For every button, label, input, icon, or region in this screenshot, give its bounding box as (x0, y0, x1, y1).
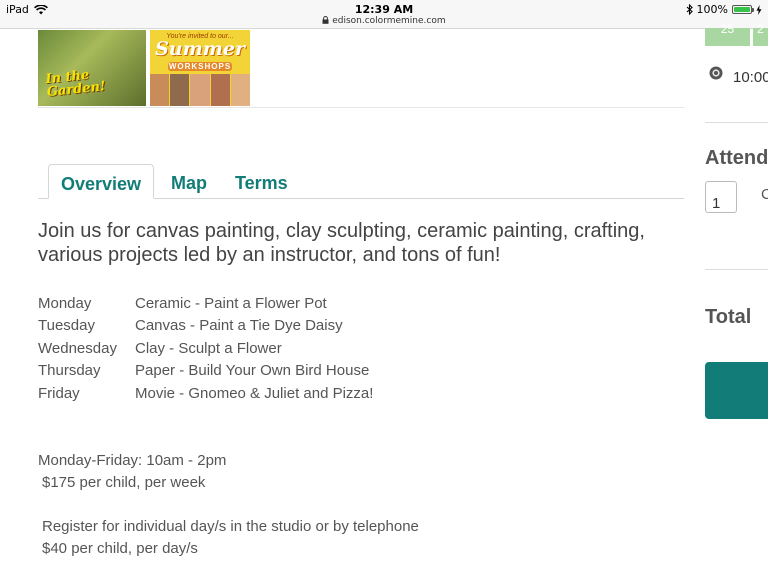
battery-icon (732, 5, 754, 14)
schedule-activity: Clay - Sculpt a Flower (135, 339, 282, 357)
status-time: 12:39 AM (354, 3, 414, 16)
daily-price: $40 per child, per day/s (42, 540, 198, 557)
schedule-day: Monday (38, 295, 92, 312)
status-right: 100% (686, 3, 762, 16)
bluetooth-icon (686, 4, 693, 15)
schedule-day: Wednesday (38, 339, 117, 357)
session-time: 10:00 (733, 69, 768, 86)
quantity-input[interactable]: 1 (705, 181, 737, 213)
radio-selected-icon[interactable] (709, 66, 723, 80)
quantity-label: C (761, 186, 768, 203)
attendees-label: Attend (705, 147, 768, 169)
tab-terms[interactable]: Terms (235, 164, 288, 198)
schedule-row: Thursday Paper - Build Your Own Bird Hou… (38, 360, 373, 382)
schedule-activity: Canvas - Paint a Tie Dye Daisy (135, 317, 343, 335)
calendar-day[interactable]: 25 (705, 22, 750, 46)
overview-intro: Join us for canvas painting, clay sculpt… (38, 220, 645, 266)
schedule-day: Friday (38, 384, 80, 402)
url-text: edison.colormemine.com (332, 16, 446, 26)
calendar-day-number: 2 (757, 22, 764, 36)
schedule-row: Friday Movie - Gnomeo & Juliet and Pizza… (38, 383, 373, 405)
divider (705, 269, 768, 270)
schedule-activity: Ceramic - Paint a Flower Pot (135, 295, 327, 312)
garden-thumbnail-text: In the Garden! (44, 67, 107, 101)
divider (705, 122, 768, 123)
schedule-row: Tuesday Canvas - Paint a Tie Dye Daisy (38, 315, 373, 337)
tab-map[interactable]: Map (171, 164, 207, 198)
lock-icon (322, 16, 329, 24)
schedule-list: Monday Ceramic - Paint a Flower Pot Tues… (38, 293, 373, 405)
divider (38, 107, 684, 108)
tab-overview[interactable]: Overview (48, 164, 154, 199)
workshop-hours: Monday-Friday: 10am - 2pm (38, 452, 227, 469)
schedule-day: Thursday (38, 362, 101, 380)
summer-thumbnail-title: Summer (155, 38, 245, 60)
summer-workshop-thumbnail[interactable]: You're invited to our... Summer WORKSHOP… (150, 30, 250, 106)
calendar-day-number: 25 (720, 22, 735, 36)
checkout-button[interactable] (705, 362, 768, 419)
summer-thumbnail-subtitle: WORKSHOPS (168, 62, 232, 71)
calendar-day[interactable]: 2 (753, 22, 768, 46)
summer-thumbnail-photos (150, 74, 250, 106)
garden-workshop-thumbnail[interactable]: In the Garden! (38, 30, 146, 106)
registration-note: Register for individual day/s in the stu… (42, 518, 419, 535)
total-label: Total (705, 306, 752, 328)
tab-bar: Overview Map Terms (38, 164, 684, 199)
weekly-price: $175 per child, per week (42, 474, 206, 491)
address-bar[interactable]: edison.colormemine.com (0, 16, 768, 26)
battery-percent: 100% (696, 3, 728, 16)
schedule-row: Monday Ceramic - Paint a Flower Pot (38, 293, 373, 315)
schedule-activity: Movie - Gnomeo & Juliet and Pizza! (135, 384, 374, 402)
schedule-activity: Paper - Build Your Own Bird House (135, 362, 370, 380)
status-bar: iPad 12:39 AM edison.colormemine.com 100… (0, 0, 768, 29)
schedule-day: Tuesday (38, 317, 95, 335)
charging-icon (756, 4, 762, 15)
schedule-row: Wednesday Clay - Sculpt a Flower (38, 338, 373, 360)
